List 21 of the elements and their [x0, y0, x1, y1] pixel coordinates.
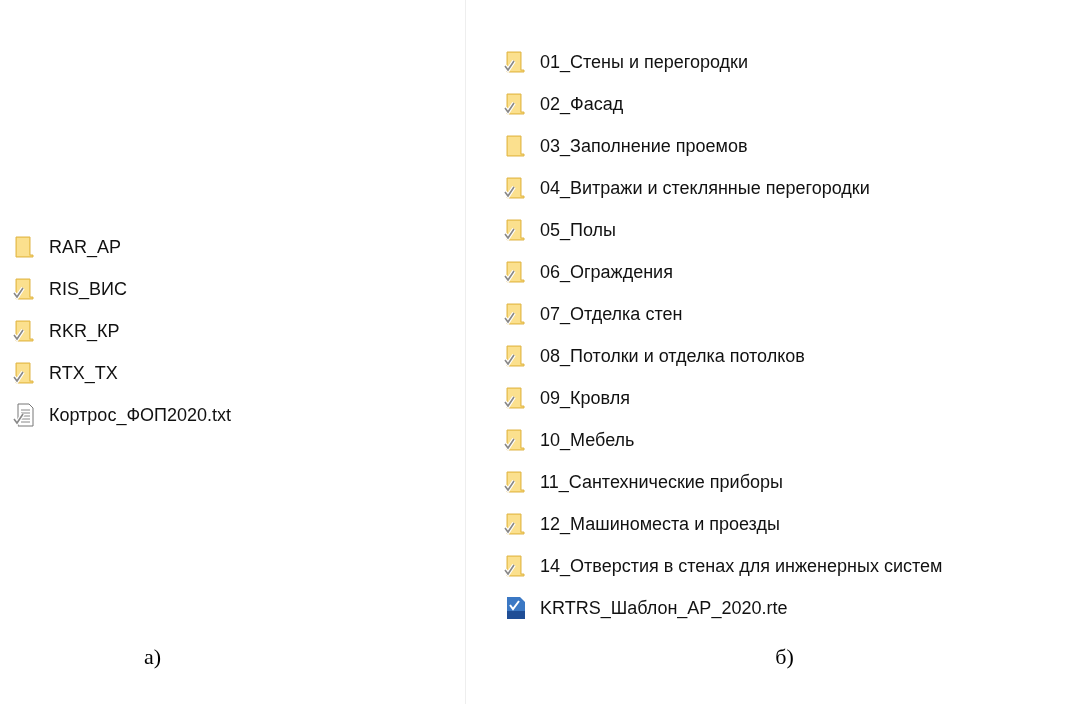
file-name[interactable]: RIS_ВИС — [49, 278, 127, 300]
file-name[interactable]: 12_Машиноместа и проезды — [540, 513, 780, 535]
file-name[interactable]: 14_Отверстия в стенах для инженерных систем — [540, 555, 943, 577]
file-name[interactable]: Кортрос_ФОП2020.txt — [49, 404, 232, 426]
file-name[interactable]: 07_Отделка стен — [540, 303, 683, 325]
file-name[interactable]: 04_Витражи и стеклянные перегородки — [540, 177, 870, 199]
file-name[interactable]: 03_Заполнение проемов — [540, 135, 748, 157]
file-name[interactable]: RTX_TX — [49, 362, 118, 384]
file-name[interactable]: 06_Ограждения — [540, 261, 673, 283]
figure-caption: б) — [775, 644, 794, 670]
file-name[interactable]: 01_Стены и перегородки — [540, 51, 749, 73]
file-name[interactable]: 05_Полы — [540, 219, 617, 241]
file-name[interactable]: 08_Потолки и отделка потолков — [540, 345, 805, 367]
file-name[interactable]: 10_Мебель — [540, 429, 635, 451]
figure-caption: а) — [143, 644, 162, 670]
file-name[interactable]: KRTRS_Шаблон_АР_2020.rte — [540, 597, 788, 619]
file-name[interactable]: 09_Кровля — [540, 387, 630, 409]
file-name[interactable]: 11_Сантехнические приборы — [540, 471, 783, 493]
file-name[interactable]: 02_Фасад — [540, 93, 624, 115]
file-name[interactable]: RKR_КР — [49, 320, 120, 342]
file-name[interactable]: RAR_AP — [49, 236, 122, 258]
